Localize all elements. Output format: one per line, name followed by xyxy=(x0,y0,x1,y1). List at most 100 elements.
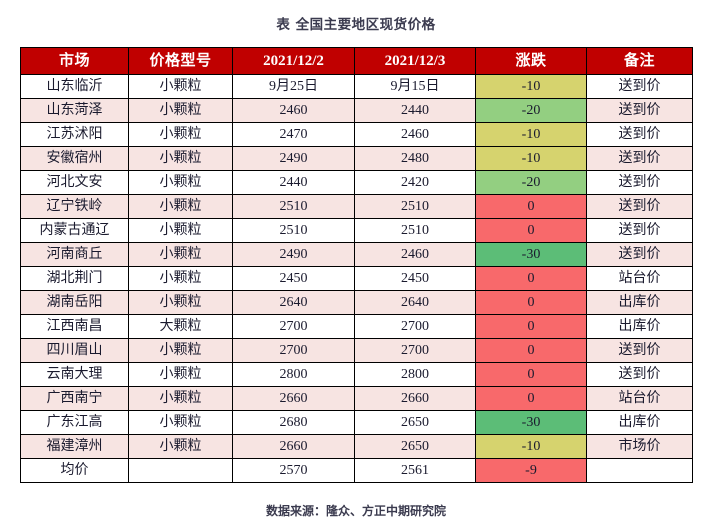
cell-market: 内蒙古通辽 xyxy=(20,218,129,243)
table-row: 福建漳州 小颗粒 2660 2650 -10 市场价 xyxy=(20,434,693,459)
cell-market: 广西南宁 xyxy=(20,386,129,411)
cell-price-1203: 2510 xyxy=(354,194,476,219)
cell-price-1202-average: 2570 xyxy=(232,458,355,483)
table-row: 云南大理 小颗粒 2800 2800 0 送到价 xyxy=(20,362,693,387)
cell-price-1202: 2680 xyxy=(232,410,355,435)
column-header-date-1202: 2021/12/2 xyxy=(232,47,355,75)
document-page: 表 全国主要地区现货价格 市场 价格型号 2021/12/2 2021/12/3… xyxy=(0,0,712,518)
cell-note: 送到价 xyxy=(586,362,693,387)
cell-market: 安徽宿州 xyxy=(20,146,129,171)
cell-change: 0 xyxy=(475,338,587,363)
cell-market: 山东临沂 xyxy=(20,74,129,99)
cell-note: 送到价 xyxy=(586,122,693,147)
table-row: 江苏沭阳 小颗粒 2470 2460 -10 送到价 xyxy=(20,122,693,147)
cell-model: 小颗粒 xyxy=(128,122,233,147)
cell-note: 送到价 xyxy=(586,194,693,219)
cell-price-1203: 2640 xyxy=(354,290,476,315)
cell-change: 0 xyxy=(475,314,587,339)
cell-model: 小颗粒 xyxy=(128,218,233,243)
cell-price-1202: 2510 xyxy=(232,218,355,243)
cell-price-1203: 2800 xyxy=(354,362,476,387)
table-row: 山东临沂 小颗粒 9月25日 9月15日 -10 送到价 xyxy=(20,74,693,99)
cell-model: 小颗粒 xyxy=(128,362,233,387)
cell-market: 江苏沭阳 xyxy=(20,122,129,147)
cell-note: 送到价 xyxy=(586,242,693,267)
cell-market: 湖南岳阳 xyxy=(20,290,129,315)
cell-price-1203: 2660 xyxy=(354,386,476,411)
cell-change: 0 xyxy=(475,386,587,411)
cell-market: 广东江高 xyxy=(20,410,129,435)
cell-price-1202: 2660 xyxy=(232,434,355,459)
cell-model: 小颗粒 xyxy=(128,194,233,219)
cell-price-1203: 2510 xyxy=(354,218,476,243)
cell-model: 小颗粒 xyxy=(128,74,233,99)
cell-change: -10 xyxy=(475,74,587,99)
cell-note-average xyxy=(586,458,693,483)
table-row: 湖南岳阳 小颗粒 2640 2640 0 出库价 xyxy=(20,290,693,315)
column-header-model: 价格型号 xyxy=(128,47,233,75)
table-row: 内蒙古通辽 小颗粒 2510 2510 0 送到价 xyxy=(20,218,693,243)
cell-note: 送到价 xyxy=(586,218,693,243)
cell-change: 0 xyxy=(475,266,587,291)
cell-price-1203: 2650 xyxy=(354,434,476,459)
column-header-change: 涨跌 xyxy=(475,47,587,75)
cell-note: 送到价 xyxy=(586,338,693,363)
column-header-date-1203: 2021/12/3 xyxy=(354,47,476,75)
cell-price-1203: 2460 xyxy=(354,242,476,267)
cell-note: 送到价 xyxy=(586,170,693,195)
cell-price-1202: 2470 xyxy=(232,122,355,147)
cell-note: 送到价 xyxy=(586,98,693,123)
cell-change: -10 xyxy=(475,434,587,459)
table-row: 四川眉山 小颗粒 2700 2700 0 送到价 xyxy=(20,338,693,363)
cell-market: 河南商丘 xyxy=(20,242,129,267)
table-row: 江西南昌 大颗粒 2700 2700 0 出库价 xyxy=(20,314,693,339)
cell-price-1202: 2440 xyxy=(232,170,355,195)
cell-model: 小颗粒 xyxy=(128,242,233,267)
table-row: 山东菏泽 小颗粒 2460 2440 -20 送到价 xyxy=(20,98,693,123)
table-row: 广西南宁 小颗粒 2660 2660 0 站台价 xyxy=(20,386,693,411)
cell-market-average: 均价 xyxy=(20,458,129,483)
cell-change: -30 xyxy=(475,410,587,435)
cell-price-1202: 2700 xyxy=(232,338,355,363)
cell-price-1203: 2480 xyxy=(354,146,476,171)
cell-model: 小颗粒 xyxy=(128,98,233,123)
cell-model: 小颗粒 xyxy=(128,410,233,435)
cell-change: 0 xyxy=(475,194,587,219)
cell-market: 河北文安 xyxy=(20,170,129,195)
cell-note: 站台价 xyxy=(586,386,693,411)
cell-price-1203: 2460 xyxy=(354,122,476,147)
cell-change: 0 xyxy=(475,290,587,315)
table-row: 河南商丘 小颗粒 2490 2460 -30 送到价 xyxy=(20,242,693,267)
cell-model: 小颗粒 xyxy=(128,434,233,459)
cell-model: 小颗粒 xyxy=(128,338,233,363)
table-body: 山东临沂 小颗粒 9月25日 9月15日 -10 送到价 山东菏泽 小颗粒 2460 2440 -2… xyxy=(20,74,693,483)
cell-price-1202: 2700 xyxy=(232,314,355,339)
cell-price-1203: 2700 xyxy=(354,314,476,339)
cell-change: -10 xyxy=(475,146,587,171)
table-row: 湖北荆门 小颗粒 2450 2450 0 站台价 xyxy=(20,266,693,291)
cell-market: 辽宁铁岭 xyxy=(20,194,129,219)
cell-note: 出库价 xyxy=(586,290,693,315)
column-header-market: 市场 xyxy=(20,47,129,75)
cell-price-1203: 9月15日 xyxy=(354,74,476,99)
cell-change: 0 xyxy=(475,218,587,243)
cell-price-1202: 2640 xyxy=(232,290,355,315)
cell-price-1203: 2650 xyxy=(354,410,476,435)
cell-model: 大颗粒 xyxy=(128,314,233,339)
cell-change: -20 xyxy=(475,98,587,123)
cell-change: 0 xyxy=(475,362,587,387)
cell-price-1202: 2510 xyxy=(232,194,355,219)
cell-change-average: -9 xyxy=(475,458,587,483)
cell-price-1203: 2420 xyxy=(354,170,476,195)
cell-change: -10 xyxy=(475,122,587,147)
spot-price-table: 市场 价格型号 2021/12/2 2021/12/3 涨跌 备注 山东临沂 小颗… xyxy=(20,47,693,483)
table-header-row: 市场 价格型号 2021/12/2 2021/12/3 涨跌 备注 xyxy=(20,47,693,75)
cell-model: 小颗粒 xyxy=(128,146,233,171)
cell-market: 福建漳州 xyxy=(20,434,129,459)
cell-market: 江西南昌 xyxy=(20,314,129,339)
cell-price-1202: 2800 xyxy=(232,362,355,387)
cell-price-1203: 2700 xyxy=(354,338,476,363)
column-header-note: 备注 xyxy=(586,47,693,75)
cell-note: 市场价 xyxy=(586,434,693,459)
cell-note: 站台价 xyxy=(586,266,693,291)
